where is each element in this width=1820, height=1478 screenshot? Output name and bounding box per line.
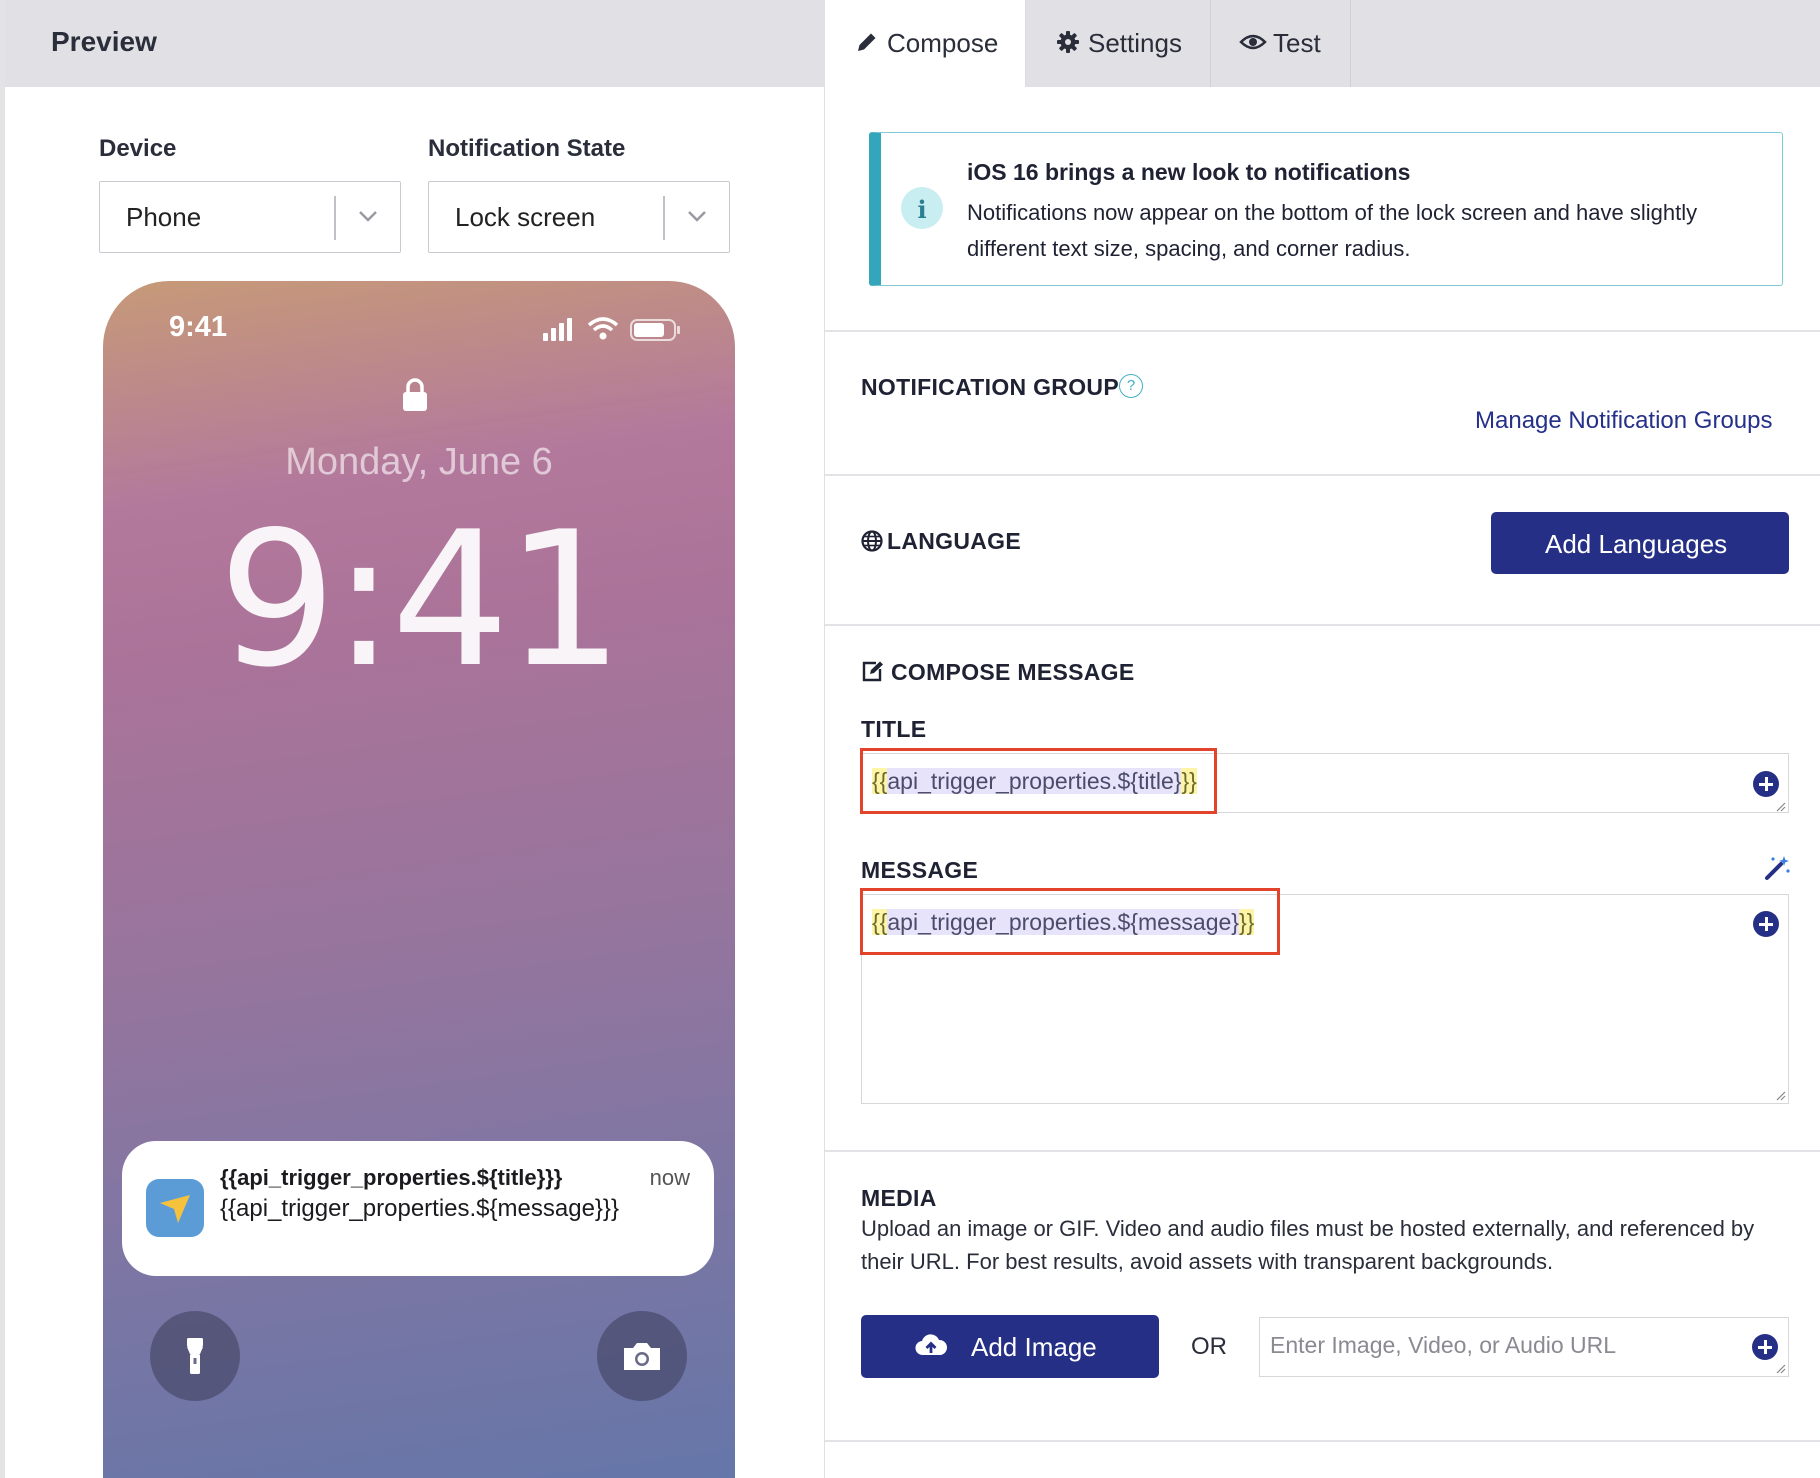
select-separator: [663, 196, 665, 240]
lock-screen-clock: 9:41: [218, 491, 624, 708]
notification-card: {{api_trigger_properties.${title}}} now …: [122, 1141, 714, 1276]
pencil-icon: [858, 33, 876, 51]
add-url-button[interactable]: [1752, 1334, 1778, 1360]
notification-time: now: [649, 1165, 690, 1190]
tab-test[interactable]: Test: [1211, 0, 1351, 87]
title-label: TITLE: [861, 716, 927, 742]
magic-wand-icon[interactable]: [1763, 854, 1791, 882]
media-url-input[interactable]: Enter Image, Video, or Audio URL: [1259, 1317, 1789, 1377]
media-description: Upload an image or GIF. Video and audio …: [861, 1216, 1755, 1274]
tab-bar: Compose Settings Test: [825, 0, 1820, 87]
battery-icon: [630, 319, 680, 341]
send-arrow-icon: [160, 1195, 190, 1223]
add-image-button[interactable]: Add Image: [861, 1315, 1159, 1378]
message-highlight-outline: [860, 888, 1280, 955]
add-image-label: Add Image: [971, 1332, 1097, 1362]
insert-variable-button[interactable]: [1753, 911, 1779, 937]
notification-message: {{api_trigger_properties.${message}}}: [220, 1195, 619, 1222]
section-divider: [825, 624, 1820, 626]
edit-square-icon: [862, 661, 883, 682]
tab-test-label: Test: [1273, 28, 1321, 58]
notification-title: {{api_trigger_properties.${title}}}: [220, 1165, 563, 1190]
media-url-placeholder: Enter Image, Video, or Audio URL: [1270, 1332, 1617, 1358]
device-label: Device: [99, 135, 177, 162]
tab-settings-label: Settings: [1088, 28, 1182, 58]
message-label: MESSAGE: [861, 857, 979, 883]
compose-message-label: COMPOSE MESSAGE: [891, 659, 1135, 685]
title-highlight-outline: [860, 748, 1217, 814]
cloud-upload-icon: [915, 1334, 947, 1356]
status-bar-time: 9:41: [169, 311, 228, 343]
info-body: Notifications now appear on the bottom o…: [967, 200, 1698, 261]
media-label: MEDIA: [861, 1185, 937, 1211]
add-languages-button[interactable]: Add Languages: [1491, 512, 1789, 574]
tab-settings[interactable]: Settings: [1026, 0, 1211, 87]
help-icon[interactable]: ?: [1119, 374, 1143, 398]
resize-grip-icon[interactable]: [1774, 1089, 1786, 1101]
section-divider: [825, 330, 1820, 332]
status-bar-icons: [543, 317, 680, 341]
select-separator: [334, 196, 336, 240]
tab-compose[interactable]: Compose: [825, 0, 1026, 87]
chevron-down-icon: [359, 211, 377, 222]
manage-notification-groups-link[interactable]: Manage Notification Groups: [1475, 407, 1773, 435]
add-languages-label: Add Languages: [1545, 529, 1728, 559]
notification-state-label: Notification State: [428, 135, 626, 162]
notification-group-label: NOTIFICATION GROUP: [861, 374, 1119, 400]
lock-screen-date: Monday, June 6: [285, 441, 553, 483]
phone-preview: 9:41 Monday, June 6 9:41 {{api_trigger_p…: [103, 281, 735, 1478]
section-divider: [825, 474, 1820, 476]
section-divider: [825, 1440, 1820, 1442]
gear-icon: [1057, 31, 1079, 53]
eye-icon: [1239, 34, 1267, 50]
notification-state-value: Lock screen: [455, 202, 596, 232]
insert-variable-button[interactable]: [1753, 771, 1779, 797]
camera-icon: [624, 1343, 660, 1370]
device-select[interactable]: Phone: [99, 181, 401, 253]
preview-pane: Preview Device Phone Notification State …: [0, 0, 824, 1478]
signal-icon: [543, 318, 572, 341]
resize-grip-icon[interactable]: [1774, 1362, 1786, 1374]
wifi-icon: [587, 317, 619, 340]
app-icon: [146, 1179, 204, 1237]
globe-icon: [861, 530, 883, 552]
camera-button[interactable]: [597, 1311, 687, 1401]
flashlight-icon: [187, 1338, 203, 1374]
language-label: LANGUAGE: [887, 528, 1022, 554]
info-heading: iOS 16 brings a new look to notification…: [967, 159, 1411, 185]
flashlight-button[interactable]: [150, 1311, 240, 1401]
preview-title: Preview: [51, 26, 157, 57]
device-select-value: Phone: [126, 202, 202, 232]
lock-icon: [403, 378, 427, 411]
chevron-down-icon: [688, 211, 706, 222]
tab-compose-label: Compose: [887, 28, 999, 58]
info-icon: i: [901, 187, 943, 229]
compose-pane: Compose Settings Test i iOS 16 brings a …: [824, 0, 1820, 1478]
resize-grip-icon[interactable]: [1774, 800, 1786, 812]
or-separator: OR: [1191, 1333, 1227, 1360]
preview-header: Preview: [5, 0, 824, 87]
section-divider: [825, 1150, 1820, 1152]
ios16-info-banner: i iOS 16 brings a new look to notificati…: [869, 132, 1783, 286]
notification-state-select[interactable]: Lock screen: [428, 181, 730, 253]
